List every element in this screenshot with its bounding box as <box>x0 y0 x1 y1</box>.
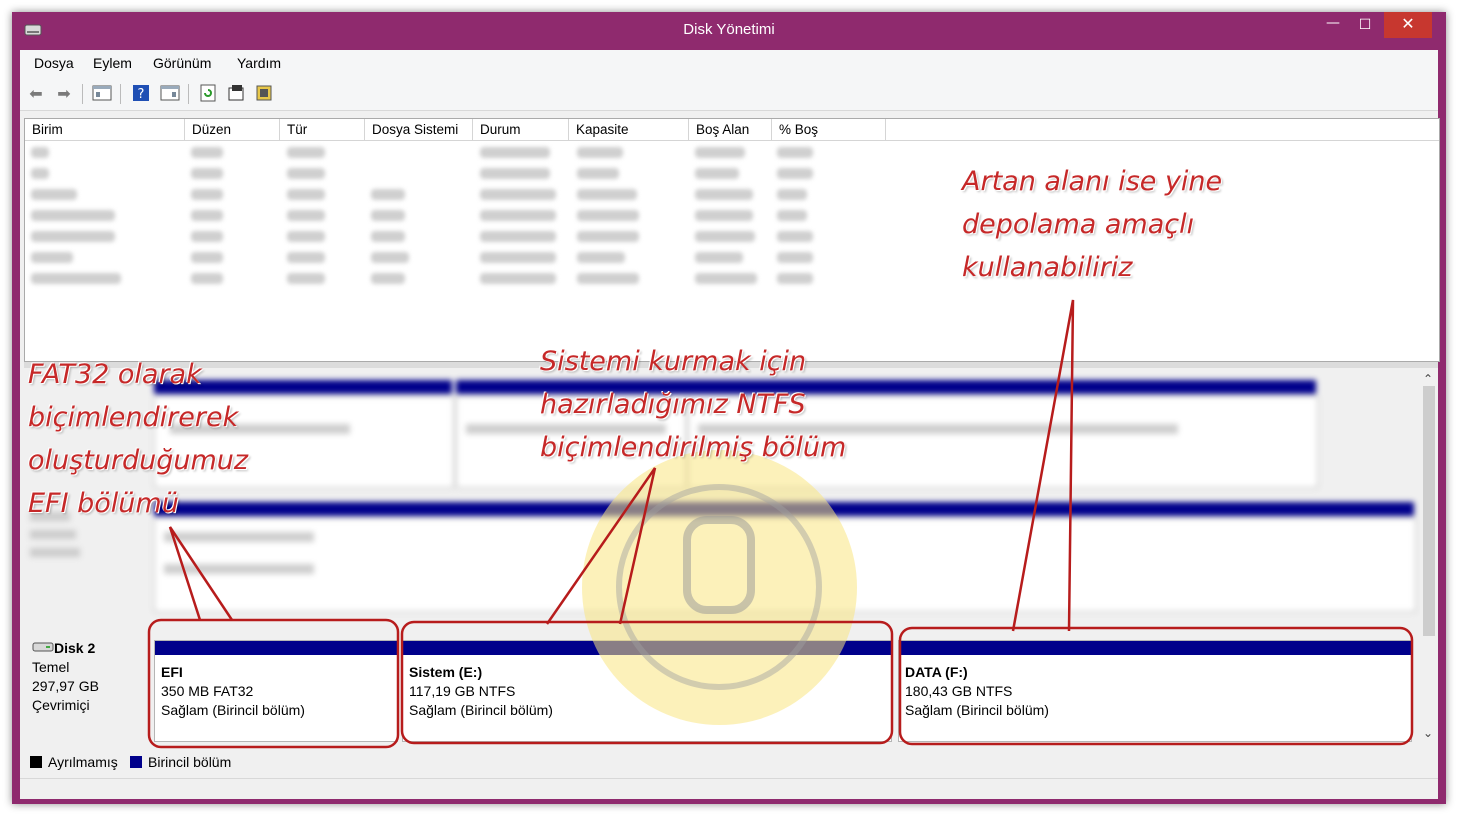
volume-row-blurred[interactable] <box>25 269 825 290</box>
legend: Ayrılmamış Birincil bölüm <box>24 750 1438 774</box>
properties-icon[interactable] <box>226 84 246 104</box>
watermark-logo <box>582 450 857 725</box>
volume-row-blurred[interactable] <box>25 185 825 206</box>
partition-status: Sağlam (Birincil bölüm) <box>161 702 305 718</box>
menu-gorunum[interactable]: Görünüm <box>153 55 211 71</box>
rescan-disks-icon[interactable] <box>254 84 274 104</box>
legend-label: Ayrılmamış <box>48 754 118 770</box>
legend-label: Birincil bölüm <box>148 754 232 770</box>
annotation-efi: FAT32 olarak biçimlendirerek oluşturduğu… <box>28 359 249 519</box>
svg-text:?: ? <box>138 87 145 102</box>
partition-type-bar <box>155 641 397 655</box>
annotation-data: Artan alanı ise yine depolama amaçlı kul… <box>962 166 1223 283</box>
disk-drive-icon <box>32 642 54 652</box>
volume-row-blurred[interactable] <box>25 227 825 248</box>
col-kapasite[interactable]: Kapasite <box>569 119 689 141</box>
volume-row-blurred[interactable] <box>25 248 825 269</box>
console-tree-icon[interactable] <box>92 84 112 104</box>
col-durum[interactable]: Durum <box>473 119 569 141</box>
scroll-up-icon[interactable]: ⌃ <box>1423 372 1433 386</box>
toolbar: ⬅ ➡ ? <box>20 76 1438 111</box>
partition-name: Sistem (E:) <box>409 664 483 680</box>
maximize-button[interactable]: ☐ <box>1350 12 1380 38</box>
forward-icon[interactable]: ➡ <box>54 84 74 104</box>
partition-status: Sağlam (Birincil bölüm) <box>409 702 553 718</box>
partition-data[interactable]: DATA (F:) 180,43 GB NTFS Sağlam (Birinci… <box>898 640 1412 742</box>
col-duzen[interactable]: Düzen <box>185 119 280 141</box>
close-button[interactable]: ✕ <box>1384 12 1432 38</box>
scroll-down-icon[interactable]: ⌄ <box>1423 726 1433 740</box>
col-yuzde-bos[interactable]: % Boş <box>772 119 886 141</box>
back-icon[interactable]: ⬅ <box>26 84 46 104</box>
disk-type: Temel <box>32 659 70 675</box>
col-tur[interactable]: Tür <box>280 119 365 141</box>
partition-name: DATA (F:) <box>905 664 968 680</box>
disk-status: Çevrimiçi <box>32 697 90 713</box>
menu-yardim[interactable]: Yardım <box>237 55 281 71</box>
partition-size: 180,43 GB NTFS <box>905 683 1013 699</box>
legend-swatch-primary <box>130 756 142 768</box>
refresh-icon[interactable] <box>198 84 218 104</box>
disk-size: 297,97 GB <box>32 678 99 694</box>
disk-2-label[interactable]: Disk 2 Temel 297,97 GB Çevrimiçi <box>24 628 150 748</box>
partition-status: Sağlam (Birincil bölüm) <box>905 702 1049 718</box>
col-birim[interactable]: Birim <box>25 119 185 141</box>
volume-list: Birim Düzen Tür Dosya Sistemi Durum Kapa… <box>24 118 1440 362</box>
status-bar <box>20 778 1438 799</box>
title-bar[interactable]: Disk Yönetimi — ☐ ✕ <box>12 12 1446 50</box>
volume-row-blurred[interactable] <box>25 206 825 227</box>
minimize-button[interactable]: — <box>1318 12 1348 38</box>
legend-swatch-unallocated <box>30 756 42 768</box>
menu-eylem[interactable]: Eylem <box>93 55 132 71</box>
volume-row-blurred[interactable] <box>25 164 825 185</box>
disk-name: Disk 2 <box>54 640 96 656</box>
col-filler <box>886 119 1439 141</box>
menu-dosya[interactable]: Dosya <box>34 55 74 71</box>
col-bos-alan[interactable]: Boş Alan <box>689 119 772 141</box>
partition-size: 117,19 GB NTFS <box>409 683 516 699</box>
window-title: Disk Yönetimi <box>683 21 775 38</box>
menu-bar: Dosya Eylem Görünüm Yardım <box>20 50 1438 76</box>
help-icon[interactable]: ? <box>131 84 151 104</box>
scroll-thumb[interactable] <box>1423 386 1435 636</box>
partition-size: 350 MB FAT32 <box>161 683 254 699</box>
partition-type-bar <box>899 641 1411 655</box>
partition-efi[interactable]: EFI 350 MB FAT32 Sağlam (Birincil bölüm) <box>154 640 398 742</box>
partition-name: EFI <box>161 664 183 680</box>
action-pane-icon[interactable] <box>160 84 180 104</box>
volume-row-blurred[interactable] <box>25 143 825 164</box>
annotation-sistem: Sistemi kurmak için hazırladığımız NTFS … <box>540 346 847 463</box>
col-dosya-sistemi[interactable]: Dosya Sistemi <box>365 119 473 141</box>
